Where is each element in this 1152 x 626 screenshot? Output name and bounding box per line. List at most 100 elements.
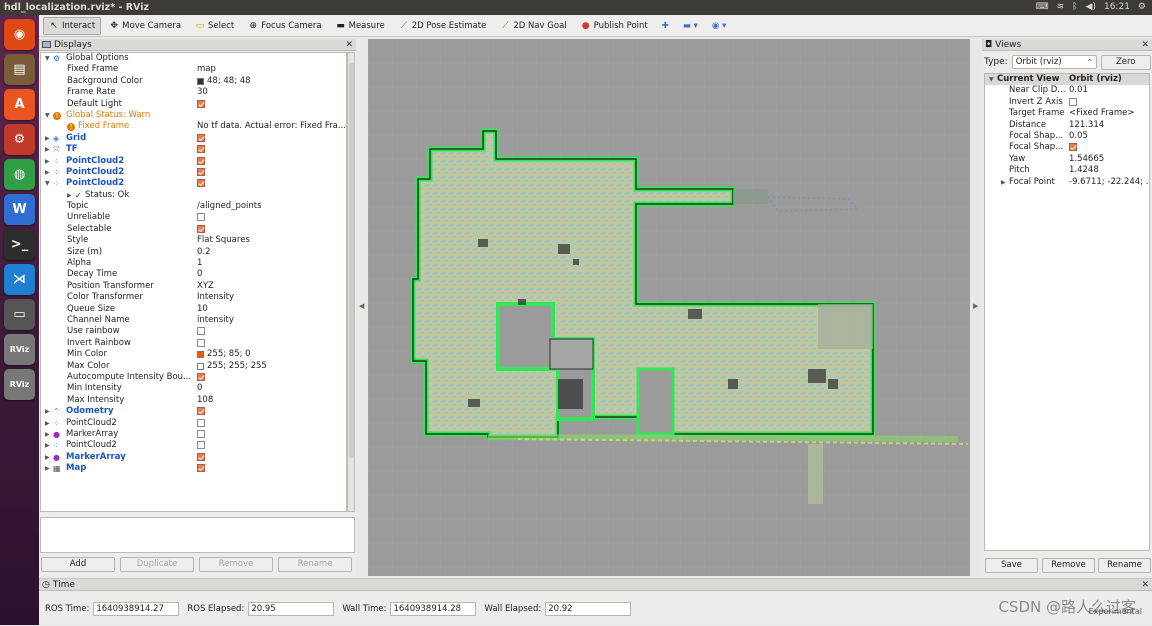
checkbox[interactable] bbox=[197, 224, 205, 233]
display-value[interactable] bbox=[197, 156, 205, 165]
collapse-left-arrow-icon[interactable]: ◀ bbox=[359, 302, 364, 310]
checkbox[interactable] bbox=[197, 213, 205, 222]
display-row[interactable]: Position Transformer XYZ bbox=[41, 281, 346, 292]
files-icon[interactable]: ▤ bbox=[4, 54, 35, 85]
display-row[interactable]: Alpha 1 bbox=[41, 258, 346, 269]
view-property-row[interactable]: Focal Shap... 0.05 bbox=[985, 131, 1149, 142]
checkbox[interactable] bbox=[197, 464, 205, 473]
display-row[interactable]: ▶ ⁘ PointCloud2 bbox=[41, 418, 346, 429]
interact-tool[interactable]: ↖ Interact bbox=[43, 16, 102, 35]
view-property-row[interactable]: Distance 121.314 bbox=[985, 120, 1149, 131]
display-row[interactable]: Min Intensity 0 bbox=[41, 383, 346, 394]
displays-tree[interactable]: ▼ ⚙ Global Options Fixed Frame map Background… bbox=[40, 52, 347, 512]
display-value[interactable] bbox=[197, 429, 205, 438]
view-property-row[interactable]: ▶ Focal Point -9.6711; -22.244; ... bbox=[985, 177, 1149, 188]
checkbox[interactable] bbox=[197, 99, 205, 108]
publish-point-tool[interactable]: ● Publish Point bbox=[575, 17, 654, 35]
display-value[interactable] bbox=[197, 418, 205, 427]
display-row[interactable]: ▶ ⁘ PointCloud2 bbox=[41, 167, 346, 178]
clock[interactable]: 16:21 bbox=[1104, 0, 1130, 15]
close-icon[interactable]: ✕ bbox=[1141, 39, 1152, 51]
view-property-value[interactable]: 1.4248 bbox=[1069, 165, 1099, 176]
display-value[interactable]: 0 bbox=[197, 269, 202, 280]
close-icon[interactable]: ✕ bbox=[1141, 579, 1152, 591]
display-value[interactable] bbox=[197, 452, 205, 461]
checkbox[interactable] bbox=[197, 145, 205, 154]
expand-arrow-icon[interactable]: ▶ bbox=[45, 167, 50, 178]
checkbox[interactable] bbox=[197, 327, 205, 336]
display-value[interactable]: 0 bbox=[197, 383, 202, 394]
wps-writer-icon[interactable]: W bbox=[4, 194, 35, 225]
expand-arrow-icon[interactable]: ▶ bbox=[45, 440, 50, 451]
display-row[interactable]: ▼ ⚙ Global Options bbox=[41, 53, 346, 64]
3d-viewport[interactable] bbox=[368, 39, 970, 576]
collapse-arrow-icon[interactable]: ▼ bbox=[989, 74, 994, 85]
measure-tool[interactable]: ▬ Measure bbox=[330, 17, 391, 35]
expand-arrow-icon[interactable]: ▶ bbox=[45, 133, 50, 144]
save-view-button[interactable]: Save bbox=[985, 558, 1038, 573]
checkbox[interactable] bbox=[197, 441, 205, 450]
display-row[interactable]: ▼! Global Status: Warn bbox=[41, 110, 346, 121]
expand-arrow-icon[interactable]: ▶ bbox=[45, 463, 50, 474]
collapse-arrow-icon[interactable]: ▼ bbox=[45, 178, 50, 189]
checkbox[interactable] bbox=[197, 429, 205, 438]
view-property-value[interactable] bbox=[1069, 97, 1077, 106]
display-row[interactable]: Decay Time 0 bbox=[41, 269, 346, 280]
view-property-row[interactable]: Invert Z Axis bbox=[985, 97, 1149, 108]
close-icon[interactable]: ✕ bbox=[345, 39, 356, 51]
view-property-row[interactable]: Target Frame <Fixed Frame> bbox=[985, 108, 1149, 119]
display-value[interactable] bbox=[197, 372, 205, 381]
checkbox[interactable] bbox=[197, 418, 205, 427]
expand-arrow-icon[interactable]: ▶ bbox=[45, 452, 50, 463]
bluetooth-icon[interactable]: ᛒ bbox=[1072, 0, 1077, 15]
display-value[interactable]: Intensity bbox=[197, 292, 234, 303]
display-row[interactable]: ▶ ● MarkerArray bbox=[41, 429, 346, 440]
view-property-value[interactable]: 0.01 bbox=[1069, 85, 1088, 96]
collapse-arrow-icon[interactable]: ▼ bbox=[45, 110, 50, 121]
view-property-value[interactable]: 0.05 bbox=[1069, 131, 1088, 142]
display-row[interactable]: ▼ ⁘ PointCloud2 bbox=[41, 178, 346, 189]
expand-arrow-icon[interactable]: ▶ bbox=[45, 156, 50, 167]
collapse-right-arrow-icon[interactable]: ▶ bbox=[973, 302, 978, 310]
display-value[interactable]: 108 bbox=[197, 395, 213, 406]
view-type-select[interactable]: Orbit (rviz) bbox=[1011, 55, 1097, 69]
volume-icon[interactable]: ◀) bbox=[1086, 0, 1096, 15]
display-row[interactable]: ▶ ✓ Status: Ok bbox=[41, 190, 346, 201]
color-swatch[interactable] bbox=[197, 362, 204, 370]
color-swatch[interactable] bbox=[197, 351, 204, 359]
focus-camera-tool[interactable]: ⊕ Focus Camera bbox=[242, 17, 327, 35]
camera-type-icon[interactable]: ◉ ▾ bbox=[706, 17, 732, 35]
rviz-icon-2[interactable]: RViz bbox=[4, 369, 35, 400]
view-property-value[interactable] bbox=[1069, 142, 1077, 152]
rename-display-button[interactable]: Rename bbox=[278, 557, 352, 572]
display-value[interactable]: 30 bbox=[197, 87, 208, 98]
add-tool-icon[interactable]: ✚ bbox=[656, 17, 675, 35]
add-display-button[interactable]: Add bbox=[41, 557, 115, 572]
display-value[interactable] bbox=[197, 212, 205, 222]
expand-arrow-icon[interactable]: ▶ bbox=[1001, 177, 1006, 188]
wall-time-field[interactable]: 1640938914.28 bbox=[390, 602, 477, 616]
checkbox[interactable] bbox=[197, 156, 205, 165]
scrollbar-thumb[interactable] bbox=[349, 63, 354, 458]
terminal-icon[interactable]: >_ bbox=[4, 229, 35, 260]
vscode-icon[interactable]: ⋊ bbox=[4, 264, 35, 295]
display-value[interactable]: No tf data. Actual error: Fixed Fra... bbox=[197, 121, 346, 132]
rename-view-button[interactable]: Rename bbox=[1098, 558, 1151, 573]
display-row[interactable]: Min Color 255; 85; 0 bbox=[41, 349, 346, 360]
system-settings-icon[interactable]: ⚙ bbox=[4, 124, 35, 155]
display-value[interactable] bbox=[197, 167, 205, 176]
checkbox[interactable] bbox=[197, 133, 205, 142]
display-value[interactable] bbox=[197, 463, 205, 473]
display-value[interactable]: 255; 255; 255 bbox=[197, 361, 267, 372]
ros-time-field[interactable]: 1640938914.27 bbox=[93, 602, 180, 616]
minus-tool-icon[interactable]: ▬ ▾ bbox=[677, 17, 704, 35]
display-row[interactable]: Unreliable bbox=[41, 212, 346, 223]
checkbox[interactable] bbox=[197, 179, 205, 188]
display-value[interactable] bbox=[197, 224, 205, 233]
pose-estimate-tool[interactable]: ⟋ 2D Pose Estimate bbox=[393, 17, 493, 35]
remove-view-button[interactable]: Remove bbox=[1042, 558, 1095, 573]
display-row[interactable]: Autocompute Intensity Bou... bbox=[41, 372, 346, 383]
settings-gear-icon[interactable]: ⚙ bbox=[1138, 0, 1146, 15]
display-row[interactable]: ▶ ⁘ PointCloud2 bbox=[41, 156, 346, 167]
checkbox[interactable] bbox=[1069, 143, 1077, 152]
